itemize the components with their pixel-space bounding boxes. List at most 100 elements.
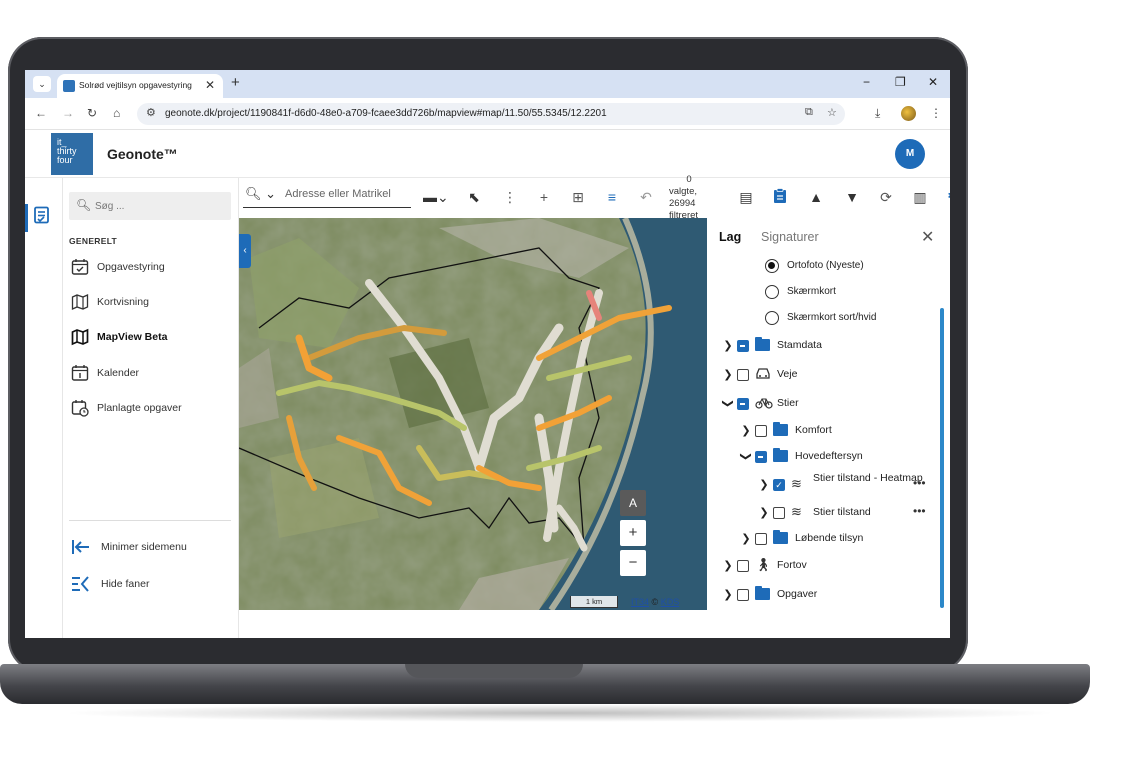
browser-menu-icon[interactable]: ⋮	[930, 106, 942, 120]
clipboard-icon[interactable]	[771, 188, 789, 206]
new-tab-button[interactable]: +	[231, 74, 240, 91]
map-attribution: IT34 © KDS	[631, 597, 679, 607]
panel-scrollbar[interactable]	[940, 308, 944, 608]
tab-signaturer[interactable]: Signaturer	[761, 230, 819, 244]
install-app-icon[interactable]: ⧉	[805, 106, 813, 119]
reload-icon[interactable]: ↻	[87, 106, 97, 120]
basemap-label: Skærmkort	[787, 286, 836, 297]
url-omnibox[interactable]: ⚙ geonote.dk/project/1190841f-d6d0-48e0-…	[137, 103, 845, 125]
browser-profile-avatar[interactable]	[901, 106, 916, 121]
address-search-input[interactable]	[285, 188, 411, 200]
tab-lag[interactable]: Lag	[719, 230, 741, 244]
north-compass-button[interactable]: A	[620, 490, 646, 516]
layer-checkbox[interactable]	[737, 369, 749, 381]
attribution-link-it34[interactable]: IT34	[631, 597, 649, 607]
undo-icon[interactable]: ↶	[637, 188, 655, 206]
collapse-panel-handle[interactable]: ‹	[239, 234, 251, 268]
radio-skaermkort[interactable]	[765, 285, 779, 299]
address-search[interactable]: 🔍︎ ⌄	[243, 184, 411, 208]
layer-row-hovedeftersyn[interactable]: ❯ Hovedeftersyn	[740, 447, 933, 469]
layer-checkbox[interactable]	[737, 398, 749, 410]
more-options-icon[interactable]: •••	[913, 504, 926, 518]
url-text[interactable]: geonote.dk/project/1190841f-d6d0-48e0-a7…	[165, 108, 607, 119]
layer-row-komfort[interactable]: ❯ Komfort	[741, 421, 933, 443]
settings-gear-icon[interactable]: ⚙	[945, 188, 950, 206]
layer-checkbox[interactable]	[755, 533, 767, 545]
back-icon[interactable]: ←	[35, 106, 47, 120]
browser-tab-active[interactable]: Solrød vejtilsyn opgavestyring ✕	[57, 74, 223, 98]
layer-row-stier[interactable]: ❯ Stier	[722, 394, 933, 416]
maximize-button[interactable]: ❐	[895, 75, 906, 89]
sidebar-item-opgavestyring[interactable]: Opgavestyring	[69, 256, 233, 280]
layer-label: Stier tilstand	[813, 506, 871, 518]
window-close-button[interactable]: ✕	[928, 75, 938, 89]
sidebar-item-mapview-beta[interactable]: MapView Beta	[69, 326, 233, 350]
list-icon[interactable]: ≡	[603, 188, 621, 206]
user-avatar[interactable]: M	[895, 139, 925, 169]
layer-checkbox[interactable]	[737, 589, 749, 601]
hide-tabs-button[interactable]: Hide faner	[69, 573, 233, 597]
select-pointer-icon[interactable]: ⬉	[465, 188, 483, 206]
basemap-option-skaermkort-sort-hvid[interactable]: Skærmkort sort/hvid	[765, 308, 935, 330]
layer-row-veje[interactable]: ❯ Veje	[723, 365, 933, 387]
attribution-link-kds[interactable]: KDS	[661, 597, 680, 607]
zoom-in-button[interactable]: +	[620, 520, 646, 546]
it34-logo[interactable]: it_ thirty four	[51, 133, 93, 175]
chevron-right-icon[interactable]: ❯	[723, 588, 733, 601]
zoom-out-button[interactable]: −	[620, 550, 646, 576]
shapes-icon[interactable]: ▲	[807, 188, 825, 206]
basemap-option-ortofoto[interactable]: Ortofoto (Nyeste)	[765, 256, 935, 278]
layer-checkbox[interactable]	[737, 560, 749, 572]
forward-icon[interactable]: →	[62, 106, 74, 120]
layer-checkbox[interactable]	[773, 507, 785, 519]
home-icon[interactable]: ⌂	[113, 106, 120, 120]
radio-ortofoto[interactable]	[765, 259, 779, 273]
comment-icon[interactable]: ▤	[737, 188, 755, 206]
minimize-button[interactable]: −	[863, 75, 870, 89]
layer-row-stier-tilstand-heatmap[interactable]: ❯ ✓ ≋ Stier tilstand - Heatmap •••	[759, 472, 935, 497]
columns-icon[interactable]: ▥	[911, 188, 929, 206]
minimize-sidebar-button[interactable]: Minimer sidemenu	[69, 536, 233, 560]
sidebar-search[interactable]: 🔍︎	[69, 192, 231, 220]
chevron-right-icon[interactable]: ❯	[741, 424, 751, 437]
add-icon[interactable]: +	[535, 188, 553, 206]
tab-search-button[interactable]: ⌄	[33, 76, 51, 92]
sidebar-search-input[interactable]	[95, 198, 225, 214]
draw-line-icon[interactable]: ▬⌄	[423, 188, 449, 206]
layer-row-stier-tilstand[interactable]: ❯ ≋ Stier tilstand •••	[759, 503, 935, 525]
layer-row-lobende-tilsyn[interactable]: ❯ Løbende tilsyn	[741, 529, 933, 551]
add-layer-icon[interactable]: ⊞	[569, 188, 587, 206]
chevron-right-icon[interactable]: ❯	[723, 368, 733, 381]
layer-checkbox[interactable]	[755, 451, 767, 463]
chevron-right-icon[interactable]: ❯	[723, 339, 733, 352]
layer-row-fortov[interactable]: ❯ 🚶︎ Fortov	[723, 556, 933, 578]
sidebar-item-kalender[interactable]: Kalender	[69, 362, 233, 386]
download-icon[interactable]: ⤓	[875, 106, 880, 121]
layer-checkbox[interactable]	[737, 340, 749, 352]
chevron-right-icon[interactable]: ❯	[759, 506, 769, 519]
layer-label: Løbende tilsyn	[795, 532, 864, 544]
layer-label: Hovedeftersyn	[795, 450, 863, 462]
chevron-right-icon[interactable]: ❯	[723, 559, 733, 572]
sync-icon[interactable]: ⟳	[877, 188, 895, 206]
layer-row-opgaver[interactable]: ❯ Opgaver	[723, 585, 933, 607]
layer-checkbox[interactable]: ✓	[773, 479, 785, 491]
sidebar-item-kortvisning[interactable]: Kortvisning	[69, 291, 233, 315]
panel-close-icon[interactable]: ✕	[921, 227, 934, 247]
layer-row-stamdata[interactable]: ❯ Stamdata	[723, 336, 933, 358]
tab-close-icon[interactable]: ✕	[205, 78, 215, 92]
filter-icon[interactable]: ▼	[843, 188, 861, 206]
site-settings-icon[interactable]: ⚙	[146, 106, 156, 119]
more-options-icon[interactable]: •••	[913, 476, 926, 490]
bookmark-star-icon[interactable]: ☆	[827, 106, 837, 119]
chevron-down-icon[interactable]: ❯	[722, 399, 735, 409]
radio-skaermkort-sort-hvid[interactable]	[765, 311, 779, 325]
sidebar-item-planlagte-opgaver[interactable]: Planlagte opgaver	[69, 397, 233, 421]
tasks-rail-icon[interactable]	[33, 206, 55, 228]
chevron-down-icon[interactable]: ❯	[740, 452, 753, 462]
chevron-right-icon[interactable]: ❯	[759, 478, 769, 491]
basemap-option-skaermkort[interactable]: Skærmkort	[765, 282, 935, 304]
chevron-right-icon[interactable]: ❯	[741, 532, 751, 545]
more-vertical-icon[interactable]: ⋮	[501, 188, 519, 206]
layer-checkbox[interactable]	[755, 425, 767, 437]
